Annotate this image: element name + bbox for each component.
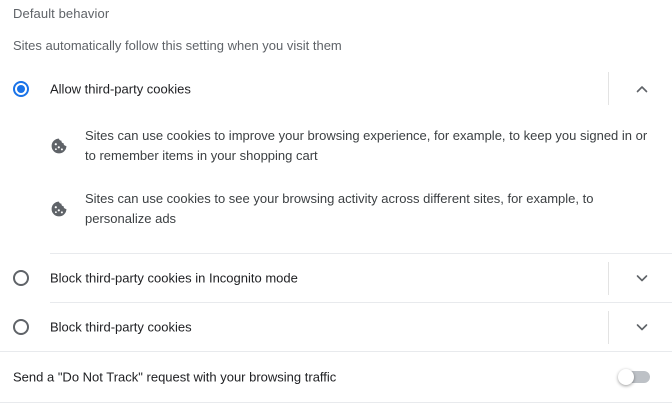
detail-text: Sites can use cookies to see your browsi…: [85, 191, 594, 226]
toggle-knob: [618, 369, 634, 385]
section-subtitle: Sites automatically follow this setting …: [13, 38, 342, 53]
expand-button-block[interactable]: [626, 311, 658, 343]
chevron-down-icon: [636, 275, 648, 282]
section-title: Default behavior: [13, 6, 110, 21]
option-label-block-incognito: Block third-party cookies in Incognito m…: [50, 270, 298, 286]
detail-item: Sites can use cookies to improve your br…: [50, 126, 660, 166]
radio-button-block[interactable]: [13, 319, 29, 335]
row-divider: [608, 72, 609, 105]
chevron-down-icon: [636, 324, 648, 331]
radio-option-block-third-party-cookies[interactable]: Block third-party cookies: [0, 303, 672, 351]
do-not-track-toggle[interactable]: [618, 369, 652, 385]
row-divider: [608, 311, 609, 344]
expand-button-block-incognito[interactable]: [626, 262, 658, 294]
detail-item: Sites can use cookies to see your browsi…: [50, 189, 660, 229]
chevron-up-icon: [636, 86, 648, 93]
do-not-track-label: Send a "Do Not Track" request with your …: [13, 369, 337, 385]
do-not-track-row[interactable]: Send a "Do Not Track" request with your …: [0, 352, 672, 402]
radio-button-allow[interactable]: [13, 81, 29, 97]
detail-text: Sites can use cookies to improve your br…: [85, 128, 648, 163]
divider: [0, 402, 672, 403]
radio-option-allow-third-party-cookies[interactable]: Allow third-party cookies: [0, 65, 672, 113]
collapse-button-allow[interactable]: [626, 73, 658, 105]
option-label-block: Block third-party cookies: [50, 319, 192, 335]
row-divider: [608, 262, 609, 295]
radio-button-block-incognito[interactable]: [13, 270, 29, 286]
cookie-icon: [51, 201, 67, 217]
option-label-allow: Allow third-party cookies: [50, 81, 191, 97]
radio-option-block-incognito[interactable]: Block third-party cookies in Incognito m…: [0, 254, 672, 302]
cookie-icon: [51, 138, 67, 154]
